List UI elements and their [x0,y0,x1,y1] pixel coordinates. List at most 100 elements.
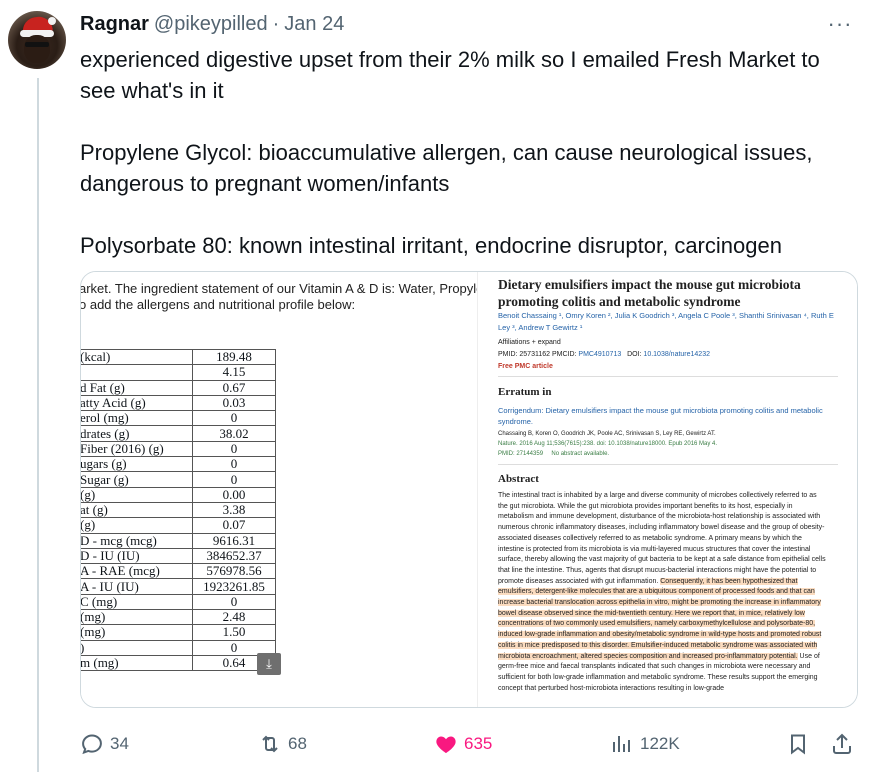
paper-ids: PMID: 25731162 PMCID: PMC4910713 DOI: 10… [498,350,710,360]
paper-title: Dietary emulsifiers impact the mouse gut… [498,277,801,309]
tweet-actions: 34 68 635 122K [80,728,860,760]
nutrient-value: 189.48 [192,348,276,366]
erratum-noabstract: No abstract available. [551,451,610,457]
nutrient-value: 0 [192,593,276,611]
nutrient-name: d Fat (g) [81,379,193,396]
like-button[interactable]: 635 [434,728,492,760]
nutrient-value: 38.02 [192,425,276,442]
nutrition-row: (kcal) 189.48 [81,348,276,366]
nutrient-name: at (g) [81,501,193,519]
tweet-media[interactable]: arket. The ingredient statement of our V… [80,271,858,708]
nutrition-row: A - RAE (mcg) 576978.56 [81,563,276,580]
nutrient-name: m (mg) [81,654,193,672]
reply-button[interactable]: 34 [80,728,129,760]
nutrient-name: D - mcg (mcg) [81,532,193,549]
doi-link: 10.1038/nature14232 [643,351,710,358]
email-text-line: arket. The ingredient statement of our V… [81,281,478,296]
repost-icon [262,735,278,753]
nutrition-row: 4.15 [81,364,276,381]
nutrition-row: m (mg) 0.64 [81,654,276,672]
nutrient-name: A - IU (IU) [81,578,193,595]
bookmark-icon [791,734,805,755]
views-button[interactable]: 122K [610,728,680,760]
nutrient-name: Fiber (2016) (g) [81,440,193,458]
email-text-line: o add the allergens and nutritional prof… [81,297,356,312]
abstract-heading: Abstract [498,473,539,485]
erratum-authors: Chassaing B, Koren O, Goodrich JK, Poole… [498,431,716,437]
like-count: 635 [464,734,493,753]
repost-button[interactable]: 68 [258,728,307,760]
abstract-highlight: Consequently, it has been hypothesized t… [498,577,822,660]
nutrient-value: 0 [192,440,276,458]
nutrient-name: (g) [81,486,193,503]
nutrition-row: atty Acid (g) 0.03 [81,394,276,412]
tweet-date[interactable]: Jan 24 [284,13,344,36]
nutrition-row: D - mcg (mcg) 9616.31 [81,532,276,549]
media-image-ingredients[interactable]: arket. The ingredient statement of our V… [81,272,478,707]
nutrient-name: ) [81,639,193,656]
nutrient-name: erol (mg) [81,410,193,427]
paper-affiliations: Affiliations + expand [498,339,561,346]
nutrient-name: drates (g) [81,425,193,442]
erratum-link: Corrigendum: Dietary emulsifiers impact … [498,406,823,426]
nutrient-value: 0.07 [192,517,276,534]
nutrient-value: 9616.31 [192,532,276,549]
bookmark-button[interactable] [786,728,810,760]
author-handle[interactable]: @pikeypilled [154,13,268,36]
nutrition-row: (mg) 2.48 [81,609,276,626]
nutrient-name: A - RAE (mcg) [81,563,193,580]
reply-icon [82,734,102,755]
nutrition-table: (kcal) 189.48 4.15 d Fat (g) 0.67 atty Acid (… [81,348,276,672]
media-image-paper[interactable]: Dietary emulsifiers impact the mouse gut… [478,272,857,707]
nutrition-row: (mg) 1.50 [81,624,276,641]
author-name[interactable]: Ragnar [80,13,149,36]
tweet-text: experienced digestive upset from their 2… [80,44,860,261]
nutrition-row: C (mg) 0 [81,593,276,611]
nutrient-value: 0.67 [192,379,276,396]
pmcid-link: PMC4910713 [578,351,622,358]
views-icon [613,736,630,752]
share-icon [833,733,851,754]
nutrition-row: Sugar (g) 0 [81,471,276,488]
avatar[interactable] [8,11,66,69]
erratum-heading: Erratum in [498,386,552,398]
nutrient-name: D - IU (IU) [81,547,193,565]
share-button[interactable] [830,728,854,760]
repost-count: 68 [288,734,307,753]
tweet-header: Ragnar @pikeypilled · Jan 24 [80,12,344,36]
avatar-face [24,35,50,63]
nutrient-name: (g) [81,517,193,534]
nutrient-name: (mg) [81,609,193,626]
paper-authors: Benoit Chassaing ¹, Omry Koren ², Julia … [498,311,834,332]
tweet-line: Propylene Glycol: bioaccumulative allerg… [80,140,813,165]
nutrition-row: at (g) 3.38 [81,501,276,519]
nutrition-row: A - IU (IU) 1923261.85 [81,578,276,595]
nutrient-value: 576978.56 [192,563,276,580]
abstract-plain: The intestinal tract is inhabited by a l… [498,492,826,585]
nutrient-value: 384652.37 [192,547,276,565]
nutrient-value: 0 [192,456,276,473]
divider [498,376,838,377]
hat-pom [48,17,56,25]
erratum-citation: Nature. 2016 Aug 11;536(7615):238. doi: … [498,441,718,447]
nutrition-row: d Fat (g) 0.67 [81,379,276,396]
nutrient-value: 3.38 [192,501,276,519]
views-count: 122K [640,734,680,753]
nutrition-row: Fiber (2016) (g) 0 [81,440,276,458]
download-icon[interactable]: ⤓ [257,653,281,675]
nutrition-row: erol (mg) 0 [81,410,276,427]
doi-label: DOI: [627,351,642,358]
tweet-line: see what's in it [80,78,224,103]
nutrient-value: 0.03 [192,394,276,412]
nutrition-row: drates (g) 38.02 [81,425,276,442]
nutrient-value: 0 [192,471,276,488]
nutrient-value: 0.00 [192,486,276,503]
nutrition-row: (g) 0.07 [81,517,276,534]
nutrition-row: ugars (g) 0 [81,456,276,473]
nutrition-row: D - IU (IU) 384652.37 [81,547,276,565]
nutrient-value: 2.48 [192,609,276,626]
more-options-icon[interactable]: ··· [826,11,854,36]
free-article-badge: Free PMC article [498,363,553,370]
erratum-pmid-value: PMID: 27144359 [498,451,544,457]
